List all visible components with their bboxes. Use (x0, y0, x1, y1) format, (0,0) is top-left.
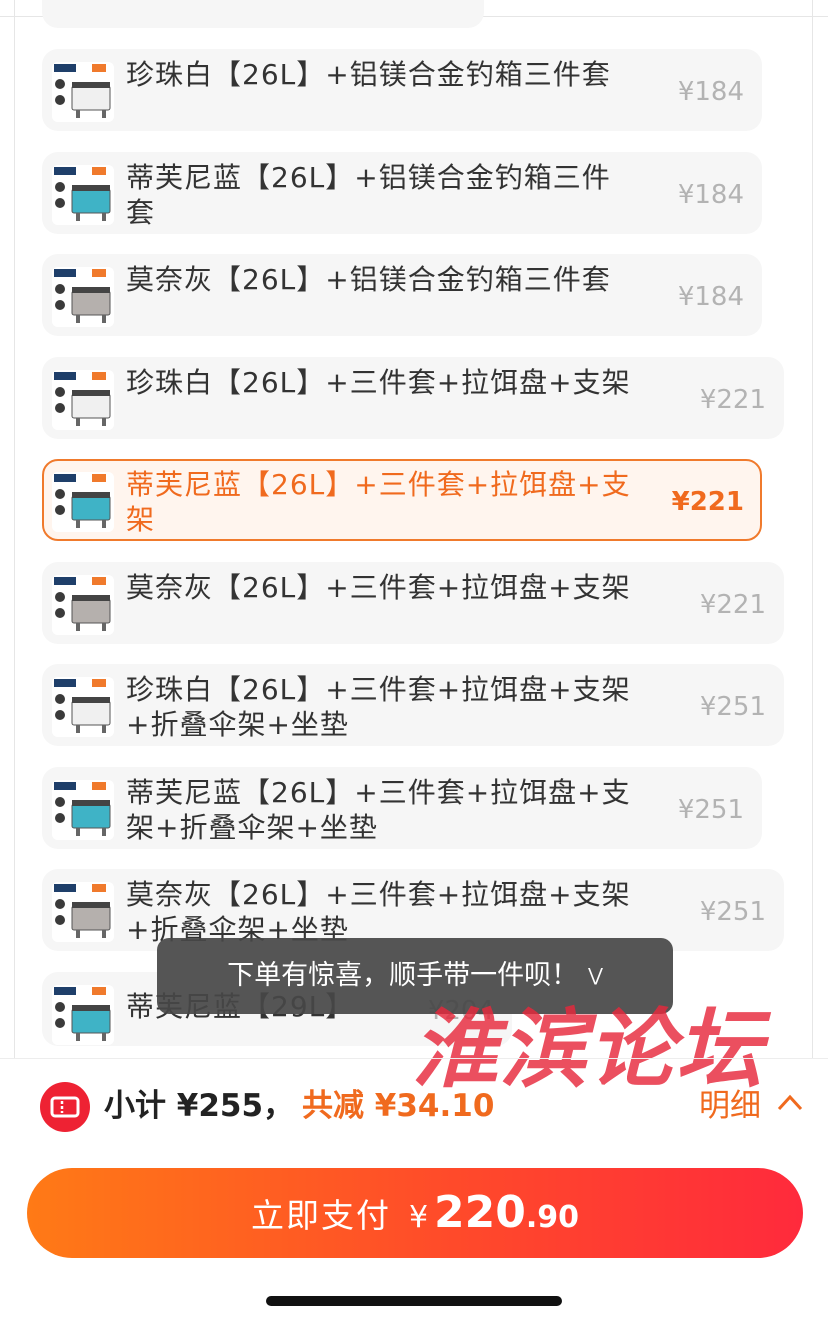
sku-option-price: ¥221 (699, 590, 766, 620)
toast-text: 下单有惊喜，顺手带一件呗！ (227, 960, 579, 991)
divider (812, 0, 813, 1058)
sku-option-list: 珍珠白【26L】+铝镁合金钓箱三件套 ¥184 蒂芙尼蓝【26L】+铝镁合金钓箱… (0, 0, 828, 1058)
sku-option-price: ¥221 (671, 487, 744, 517)
sku-thumbnail (52, 267, 114, 327)
sku-thumbnail (52, 62, 114, 122)
sku-option-label: 珍珠白【26L】+三件套+拉饵盘+支架 (126, 366, 631, 399)
divider (0, 1058, 828, 1059)
sku-thumbnail (52, 370, 114, 430)
sku-option-label: 珍珠白【26L】+三件套+拉饵盘+支架+折叠伞架+坐垫 (126, 673, 631, 741)
sku-option-price: ¥184 (677, 180, 744, 210)
sku-thumbnail (52, 882, 114, 942)
double-chevron-down-icon: ⋁ (588, 965, 603, 986)
divider (14, 0, 15, 1058)
sku-option-0[interactable]: 珍珠白【26L】+铝镁合金钓箱三件套 ¥184 (42, 49, 762, 131)
sku-option-previous[interactable] (42, 0, 484, 28)
coupon-ticket-icon (40, 1082, 90, 1132)
sku-option-price: ¥251 (699, 692, 766, 722)
discount-text: 共减 ¥34.10 (302, 1088, 495, 1124)
pay-label: 立即支付 (250, 1196, 391, 1235)
pay-currency: ¥ (408, 1200, 429, 1235)
sku-option-label: 珍珠白【26L】+铝镁合金钓箱三件套 (126, 58, 611, 91)
sku-option-price: ¥251 (699, 897, 766, 927)
subtotal-text: 小计 ¥255， (104, 1088, 295, 1124)
sku-option-price: ¥184 (677, 77, 744, 107)
pay-now-button[interactable]: 立即支付 ¥220.90 (27, 1168, 803, 1258)
sku-thumbnail (52, 575, 114, 635)
sku-option-label: 莫奈灰【26L】+三件套+拉饵盘+支架 (126, 571, 631, 604)
sku-option-label: 莫奈灰【26L】+铝镁合金钓箱三件套 (126, 263, 611, 296)
sku-option-label: 蒂芙尼蓝【26L】+三件套+拉饵盘+支架+折叠伞架+坐垫 (126, 776, 631, 844)
sku-option-label: 莫奈灰【26L】+三件套+拉饵盘+支架+折叠伞架+坐垫 (126, 878, 631, 946)
chevron-up-icon[interactable] (776, 1092, 804, 1116)
sku-thumbnail (52, 780, 114, 840)
sku-thumbnail (52, 165, 114, 225)
detail-link[interactable]: 明细 (699, 1084, 761, 1128)
pay-amount-integer: 220 (434, 1187, 526, 1238)
sku-option-5[interactable]: 莫奈灰【26L】+三件套+拉饵盘+支架 ¥221 (42, 562, 784, 644)
sku-thumbnail (52, 472, 114, 532)
sku-option-price: ¥251 (677, 795, 744, 825)
sku-thumbnail (52, 677, 114, 737)
sku-option-price: ¥221 (699, 385, 766, 415)
sku-option-1[interactable]: 蒂芙尼蓝【26L】+铝镁合金钓箱三件套 ¥184 (42, 152, 762, 234)
home-indicator[interactable] (266, 1296, 562, 1306)
pay-amount-decimal: .90 (525, 1200, 580, 1235)
sku-option-6[interactable]: 珍珠白【26L】+三件套+拉饵盘+支架+折叠伞架+坐垫 ¥251 (42, 664, 784, 746)
sku-option-3[interactable]: 珍珠白【26L】+三件套+拉饵盘+支架 ¥221 (42, 357, 784, 439)
sku-option-7[interactable]: 蒂芙尼蓝【26L】+三件套+拉饵盘+支架+折叠伞架+坐垫 ¥251 (42, 767, 762, 849)
sku-option-4[interactable]: 蒂芙尼蓝【26L】+三件套+拉饵盘+支架 ¥221 (42, 459, 762, 541)
sku-thumbnail (52, 985, 114, 1045)
sku-option-2[interactable]: 莫奈灰【26L】+铝镁合金钓箱三件套 ¥184 (42, 254, 762, 336)
sku-option-price: ¥184 (677, 282, 744, 312)
sku-option-label: 蒂芙尼蓝【26L】+三件套+拉饵盘+支架 (126, 468, 631, 536)
sku-option-label: 蒂芙尼蓝【26L】+铝镁合金钓箱三件套 (126, 161, 611, 229)
